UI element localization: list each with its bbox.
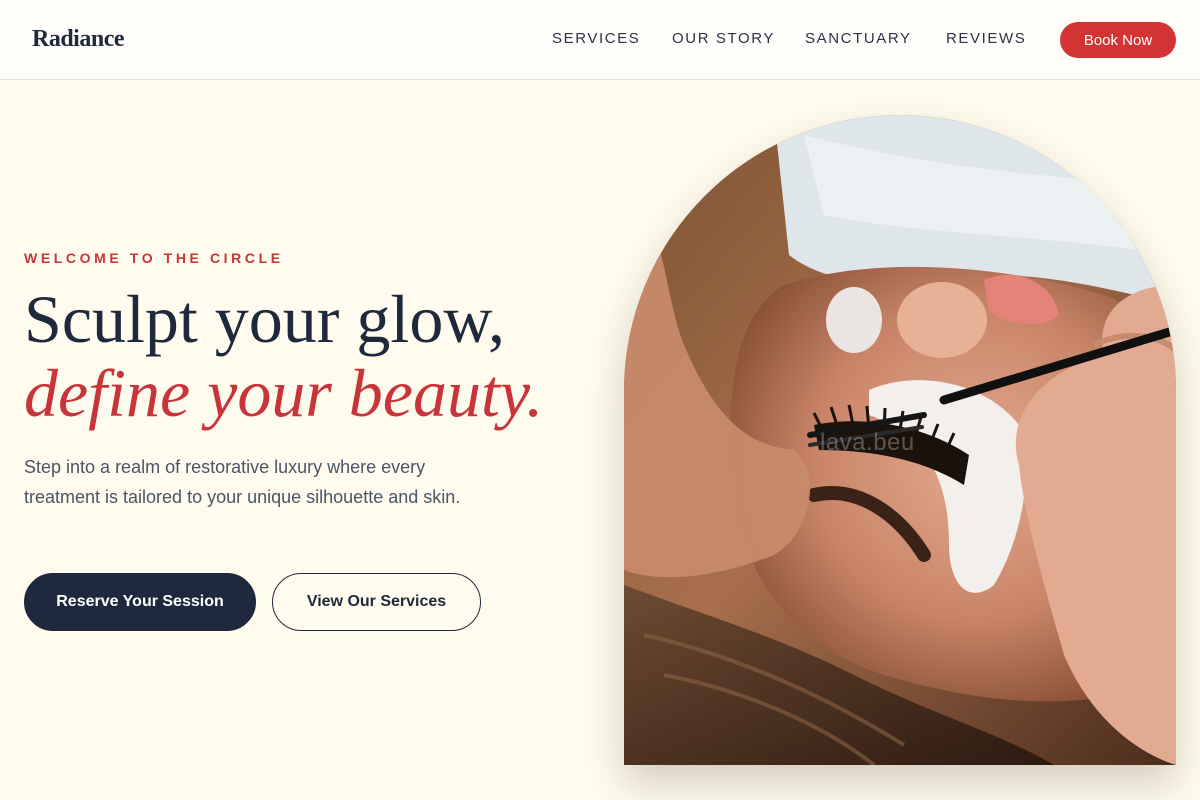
reserve-session-button[interactable]: Reserve Your Session [24,573,256,631]
hero-description: Step into a realm of restorative luxury … [24,457,461,507]
image-watermark: lava.beu [820,429,915,456]
hero-image: lava.beu [624,115,1176,765]
brand-logo[interactable]: Radiance [32,26,125,53]
hero-eyebrow: WELCOME TO THE CIRCLE [24,250,284,266]
book-now-button[interactable]: Book Now [1060,22,1176,58]
headline-line-1: Sculpt your glow, [24,281,506,357]
nav-link-services[interactable]: SERVICES [552,30,640,47]
nav-link-reviews[interactable]: REVIEWS [946,30,1026,47]
view-services-button[interactable]: View Our Services [272,573,481,631]
hero-headline: Sculpt your glow, define your beauty. [24,282,543,430]
site-header: Radiance SERVICES OUR STORY SANCTUARY RE… [0,0,1200,80]
nav-link-sanctuary[interactable]: SANCTUARY [805,30,912,47]
nav-link-our-story[interactable]: OUR STORY [672,30,775,47]
headline-line-2: define your beauty. [24,355,544,431]
